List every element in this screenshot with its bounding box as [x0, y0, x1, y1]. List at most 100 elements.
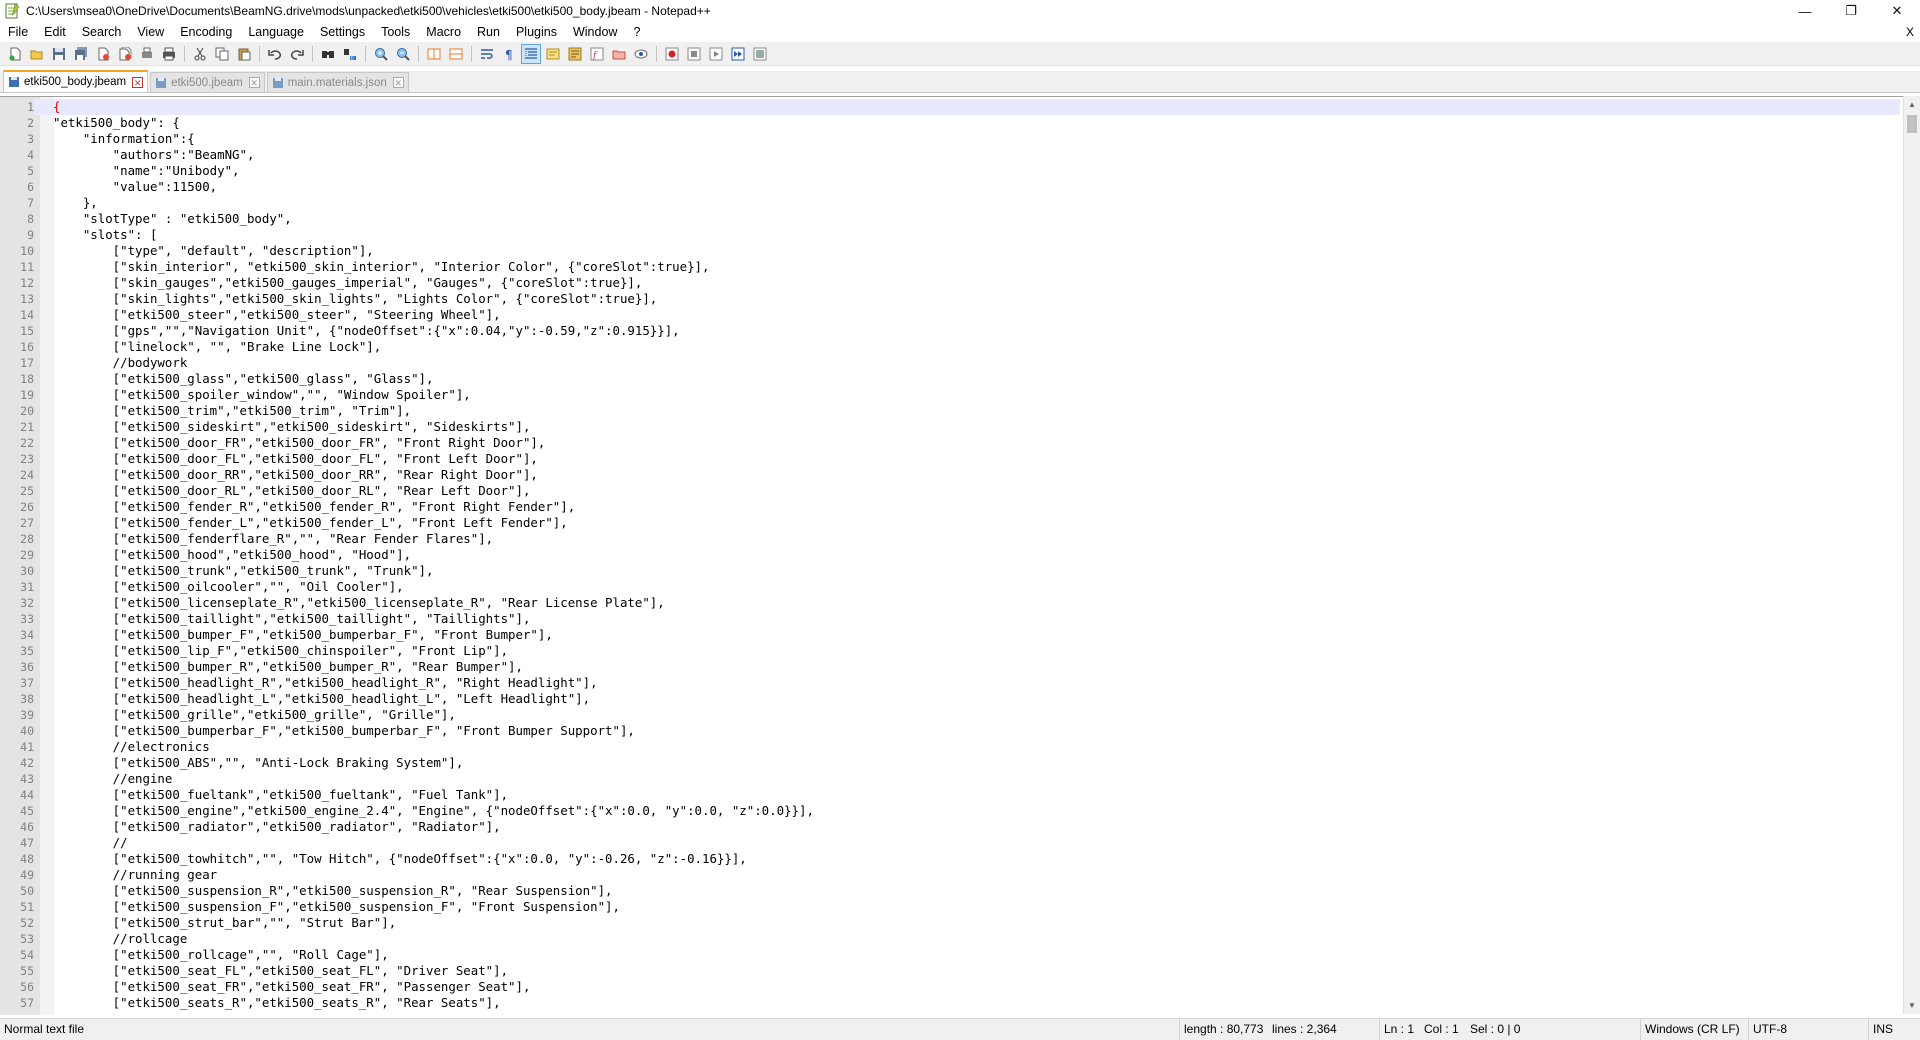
function-list-icon[interactable]: f	[588, 45, 606, 63]
code-line[interactable]: 29 ["etki500_hood","etki500_hood", "Hood…	[0, 547, 1900, 563]
restore-button[interactable]: ❐	[1828, 0, 1874, 22]
code-line[interactable]: 2 "etki500_body": {	[0, 115, 1900, 131]
user-defined-language-icon[interactable]	[544, 45, 562, 63]
text-editor[interactable]: 1{2 "etki500_body": {3 "information":{4 "…	[0, 96, 1920, 1015]
code-line[interactable]: 9 "slots": [	[0, 227, 1900, 243]
menu-macro[interactable]: Macro	[418, 22, 469, 42]
code-line[interactable]: 25 ["etki500_door_RL","etki500_door_RL",…	[0, 483, 1900, 499]
code-line[interactable]: 43 //engine	[0, 771, 1900, 787]
menu-plugins[interactable]: Plugins	[508, 22, 565, 42]
code-line[interactable]: 13 ["skin_lights","etki500_skin_lights",…	[0, 291, 1900, 307]
code-line[interactable]: 6 "value":11500,	[0, 179, 1900, 195]
menu-edit[interactable]: Edit	[36, 22, 74, 42]
tab-etki500-body-jbeam[interactable]: etki500_body.jbeam ✕	[3, 70, 149, 92]
stop-macro-icon[interactable]	[685, 45, 703, 63]
scroll-up-arrow-icon[interactable]: ▲	[1904, 96, 1920, 113]
open-file-icon[interactable]	[28, 45, 46, 63]
close-document-button[interactable]: X	[1906, 22, 1914, 42]
code-line[interactable]: 40 ["etki500_bumperbar_F","etki500_bumpe…	[0, 723, 1900, 739]
code-line[interactable]: 47 //	[0, 835, 1900, 851]
redo-icon[interactable]	[288, 45, 306, 63]
print-preview-icon[interactable]	[138, 45, 156, 63]
new-file-icon[interactable]	[6, 45, 24, 63]
paste-icon[interactable]	[235, 45, 253, 63]
word-wrap-icon[interactable]	[478, 45, 496, 63]
code-line[interactable]: 34 ["etki500_bumper_F","etki500_bumperba…	[0, 627, 1900, 643]
code-line[interactable]: 46 ["etki500_radiator","etki500_radiator…	[0, 819, 1900, 835]
code-line[interactable]: 27 ["etki500_fender_L","etki500_fender_L…	[0, 515, 1900, 531]
menu-file[interactable]: File	[0, 22, 36, 42]
undo-icon[interactable]	[266, 45, 284, 63]
folder-as-workspace-icon[interactable]	[610, 45, 628, 63]
code-line[interactable]: 42 ["etki500_ABS","", "Anti-Lock Braking…	[0, 755, 1900, 771]
code-line[interactable]: 20 ["etki500_trim","etki500_trim", "Trim…	[0, 403, 1900, 419]
code-line[interactable]: 37 ["etki500_headlight_R","etki500_headl…	[0, 675, 1900, 691]
vertical-scrollbar[interactable]: ▲ ▼	[1903, 96, 1920, 1014]
code-line[interactable]: 45 ["etki500_engine","etki500_engine_2.4…	[0, 803, 1900, 819]
code-line[interactable]: 57 ["etki500_seats_R","etki500_seats_R",…	[0, 995, 1900, 1011]
zoom-out-icon[interactable]	[394, 45, 412, 63]
copy-icon[interactable]	[213, 45, 231, 63]
tab-close-icon[interactable]: ✕	[248, 77, 260, 88]
run-macro-multiple-icon[interactable]	[729, 45, 747, 63]
code-line[interactable]: 22 ["etki500_door_FR","etki500_door_FR",…	[0, 435, 1900, 451]
tab-close-icon[interactable]: ✕	[132, 76, 144, 88]
tab-etki500-jbeam[interactable]: etki500.jbeam ✕	[150, 72, 265, 92]
code-line[interactable]: 36 ["etki500_bumper_R","etki500_bumper_R…	[0, 659, 1900, 675]
code-line[interactable]: 1{	[0, 99, 1900, 115]
scrollbar-thumb[interactable]	[1907, 115, 1917, 133]
play-macro-icon[interactable]	[707, 45, 725, 63]
code-line[interactable]: 7 },	[0, 195, 1900, 211]
code-line[interactable]: 50 ["etki500_suspension_R","etki500_susp…	[0, 883, 1900, 899]
code-line[interactable]: 12 ["skin_gauges","etki500_gauges_imperi…	[0, 275, 1900, 291]
code-line[interactable]: 18 ["etki500_glass","etki500_glass", "Gl…	[0, 371, 1900, 387]
code-line[interactable]: 26 ["etki500_fender_R","etki500_fender_R…	[0, 499, 1900, 515]
code-line[interactable]: 23 ["etki500_door_FL","etki500_door_FL",…	[0, 451, 1900, 467]
code-line[interactable]: 30 ["etki500_trunk","etki500_trunk", "Tr…	[0, 563, 1900, 579]
cut-icon[interactable]	[191, 45, 209, 63]
menu-encoding[interactable]: Encoding	[172, 22, 240, 42]
menu-help[interactable]: ?	[625, 22, 648, 42]
scroll-down-arrow-icon[interactable]: ▼	[1904, 997, 1920, 1014]
code-line[interactable]: 21 ["etki500_sideskirt","etki500_sideski…	[0, 419, 1900, 435]
code-line[interactable]: 14 ["etki500_steer","etki500_steer", "St…	[0, 307, 1900, 323]
menu-run[interactable]: Run	[469, 22, 508, 42]
sync-vertical-icon[interactable]	[425, 45, 443, 63]
code-line[interactable]: 5 "name":"Unibody",	[0, 163, 1900, 179]
code-line[interactable]: 3 "information":{	[0, 131, 1900, 147]
code-line[interactable]: 52 ["etki500_strut_bar","", "Strut Bar"]…	[0, 915, 1900, 931]
indent-guide-icon[interactable]	[521, 43, 541, 64]
code-line[interactable]: 4 "authors":"BeamNG",	[0, 147, 1900, 163]
code-line[interactable]: 31 ["etki500_oilcooler","", "Oil Cooler"…	[0, 579, 1900, 595]
code-line[interactable]: 17 //bodywork	[0, 355, 1900, 371]
zoom-in-icon[interactable]	[372, 45, 390, 63]
close-button[interactable]: ✕	[1874, 0, 1920, 22]
tab-close-icon[interactable]: ✕	[392, 77, 404, 88]
show-all-chars-icon[interactable]: ¶	[500, 45, 518, 63]
code-line[interactable]: 10 ["type", "default", "description"],	[0, 243, 1900, 259]
code-line[interactable]: 44 ["etki500_fueltank","etki500_fueltank…	[0, 787, 1900, 803]
code-line[interactable]: 33 ["etki500_taillight","etki500_taillig…	[0, 611, 1900, 627]
close-all-icon[interactable]	[116, 45, 134, 63]
menu-language[interactable]: Language	[240, 22, 312, 42]
code-line[interactable]: 54 ["etki500_rollcage","", "Roll Cage"],	[0, 947, 1900, 963]
print-icon[interactable]	[160, 45, 178, 63]
replace-icon[interactable]: b	[341, 45, 359, 63]
menu-view[interactable]: View	[129, 22, 172, 42]
code-line[interactable]: 15 ["gps","","Navigation Unit", {"nodeOf…	[0, 323, 1900, 339]
menu-window[interactable]: Window	[565, 22, 625, 42]
menu-settings[interactable]: Settings	[312, 22, 373, 42]
code-line[interactable]: 35 ["etki500_lip_F","etki500_chinspoiler…	[0, 643, 1900, 659]
save-all-icon[interactable]	[72, 45, 90, 63]
menu-search[interactable]: Search	[74, 22, 130, 42]
monitoring-eye-icon[interactable]	[632, 45, 650, 63]
code-lines[interactable]: 1{2 "etki500_body": {3 "information":{4 "…	[0, 99, 1900, 1011]
find-icon[interactable]	[319, 45, 337, 63]
code-line[interactable]: 51 ["etki500_suspension_F","etki500_susp…	[0, 899, 1900, 915]
code-line[interactable]: 39 ["etki500_grille","etki500_grille", "…	[0, 707, 1900, 723]
code-line[interactable]: 11 ["skin_interior", "etki500_skin_inter…	[0, 259, 1900, 275]
code-line[interactable]: 48 ["etki500_towhitch","", "Tow Hitch", …	[0, 851, 1900, 867]
sync-horizontal-icon[interactable]	[447, 45, 465, 63]
code-line[interactable]: 53 //rollcage	[0, 931, 1900, 947]
document-map-icon[interactable]	[566, 45, 584, 63]
